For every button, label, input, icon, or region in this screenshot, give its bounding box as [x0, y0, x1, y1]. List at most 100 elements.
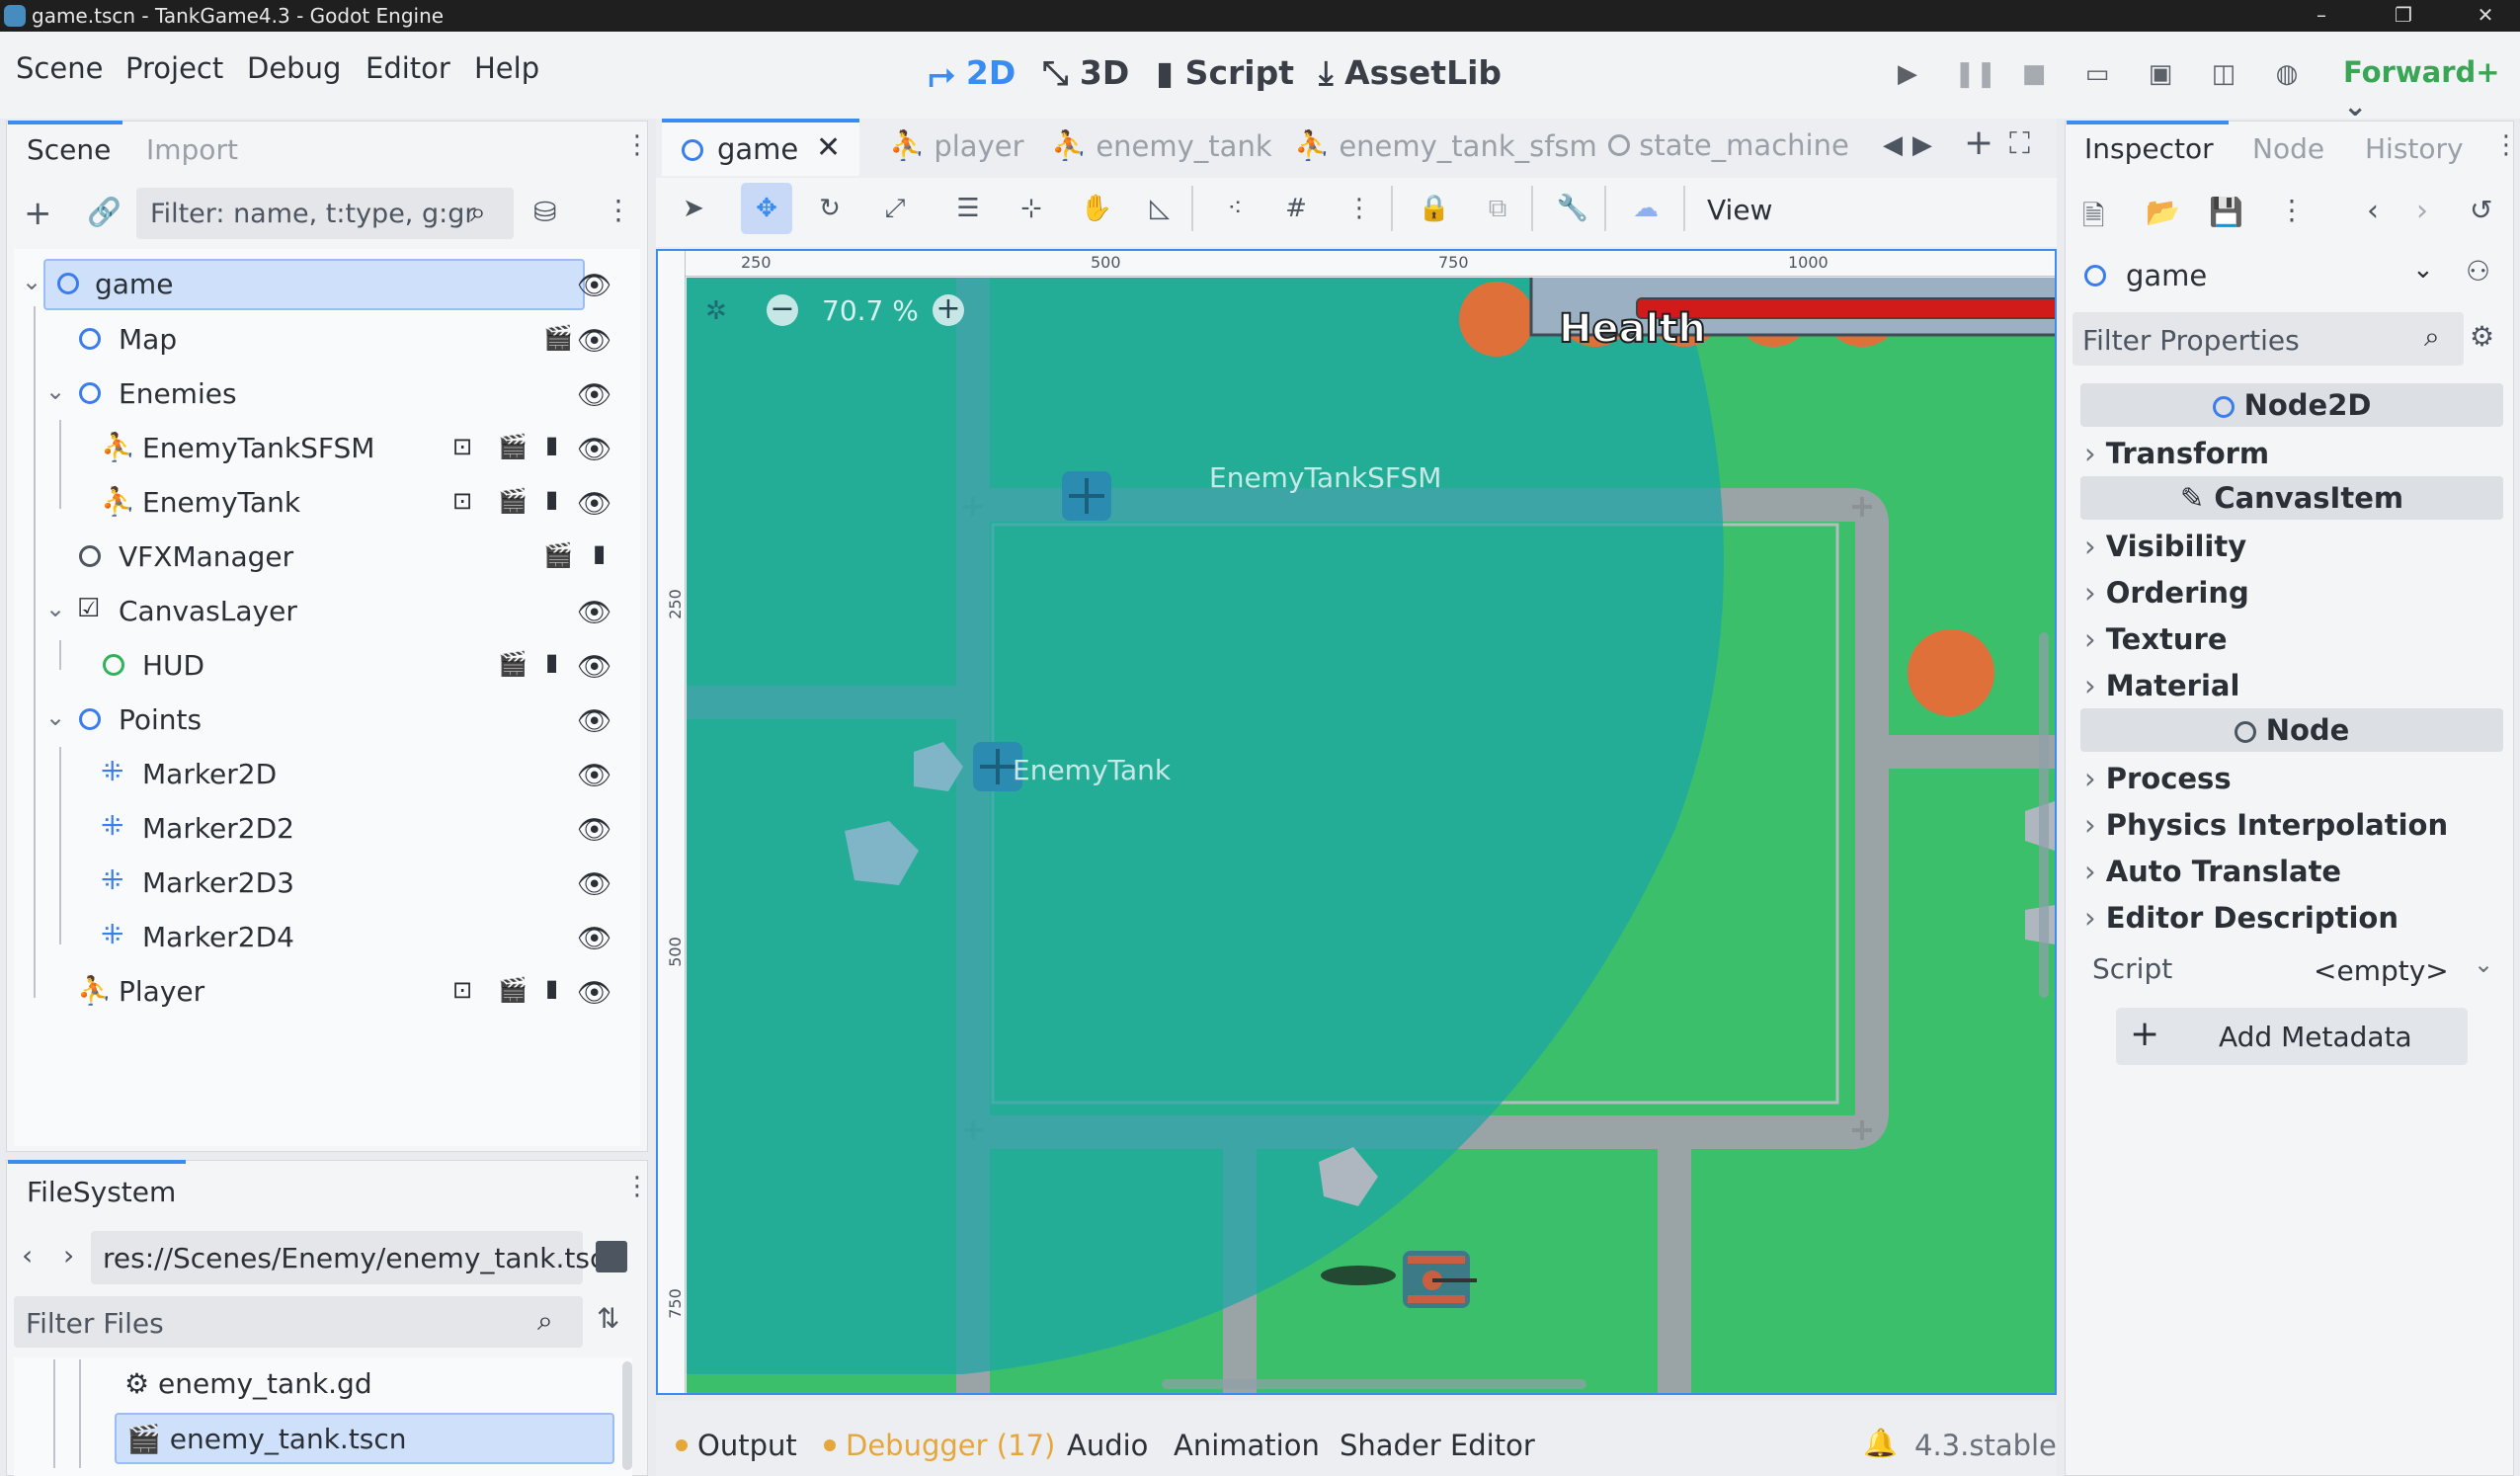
- visibility-eye-icon[interactable]: 👁: [577, 976, 612, 1009]
- group-transform[interactable]: › Transform: [2084, 437, 2269, 470]
- editor-tab-game[interactable]: game ✕: [662, 119, 859, 176]
- scale-tool-icon[interactable]: ⤢: [875, 189, 915, 228]
- history-forward-icon[interactable]: ›: [2416, 194, 2428, 228]
- visibility-eye-icon[interactable]: 👁: [577, 704, 612, 737]
- tab-history[interactable]: History: [2365, 132, 2464, 165]
- pivot-tool-icon[interactable]: ⊹: [1012, 189, 1051, 228]
- open-resource-icon[interactable]: 📂: [2146, 196, 2180, 228]
- group-auto-translate[interactable]: › Auto Translate: [2084, 855, 2341, 888]
- script-icon[interactable]: ▮: [545, 485, 558, 513]
- history-icon[interactable]: ↺: [2470, 194, 2492, 226]
- dock-menu-icon[interactable]: ⋮: [624, 130, 650, 160]
- add-metadata-button[interactable]: + Add Metadata: [2116, 1008, 2468, 1065]
- editor-tab-enemy-tank-sfsm[interactable]: ⛹ enemy_tank_sfsm: [1294, 128, 1597, 163]
- visibility-eye-icon[interactable]: 👁: [577, 867, 612, 900]
- visibility-eye-icon[interactable]: 👁: [577, 269, 612, 301]
- notification-bell-icon[interactable]: 🔔: [1863, 1427, 1898, 1459]
- editor-tab-enemy-tank[interactable]: ⛹ enemy_tank: [1051, 128, 1272, 163]
- snap-options-icon[interactable]: ⋮: [1340, 189, 1379, 228]
- animation-tab[interactable]: Animation: [1174, 1429, 1320, 1462]
- workspace-script-button[interactable]: ▮ Script: [1156, 53, 1294, 92]
- visibility-eye-icon[interactable]: 👁: [577, 433, 612, 465]
- forward-icon[interactable]: ›: [63, 1239, 74, 1271]
- movie-maker-icon[interactable]: ◍: [2270, 57, 2304, 91]
- chevron-down-icon[interactable]: ⌄: [45, 703, 65, 731]
- chevron-down-icon[interactable]: ⌄: [45, 595, 65, 622]
- close-icon[interactable]: ✕: [816, 130, 841, 165]
- list-select-icon[interactable]: ☰: [948, 189, 988, 228]
- shader-editor-tab[interactable]: Shader Editor: [1340, 1429, 1535, 1462]
- move-tool-icon[interactable]: ✥: [741, 183, 792, 234]
- visibility-eye-icon[interactable]: 👁: [577, 650, 612, 683]
- menu-project[interactable]: Project: [125, 51, 223, 85]
- save-resource-icon[interactable]: 💾: [2209, 196, 2243, 228]
- zoom-level[interactable]: 70.7 %: [822, 294, 919, 327]
- visibility-eye-icon[interactable]: 👁: [577, 378, 612, 411]
- tab-scroll-right-icon[interactable]: ▶: [1912, 130, 1932, 160]
- tree-node-enemies[interactable]: ⌄ Enemies 👁: [16, 369, 628, 420]
- link-icon[interactable]: 🔗: [87, 196, 122, 228]
- tab-filesystem[interactable]: FileSystem: [27, 1176, 176, 1208]
- sort-icon[interactable]: ⇅: [597, 1302, 619, 1335]
- clapper-icon[interactable]: 🎬: [543, 324, 573, 352]
- clapper-icon[interactable]: 🎬: [498, 650, 528, 678]
- menu-editor[interactable]: Editor: [366, 51, 450, 85]
- viewport-vscrollbar[interactable]: [2039, 632, 2049, 998]
- output-tab[interactable]: Output: [676, 1429, 797, 1462]
- distraction-free-icon[interactable]: ⛶: [2009, 126, 2030, 161]
- instance-scene-icon[interactable]: ⛁: [533, 196, 556, 228]
- visibility-eye-icon[interactable]: 👁: [577, 813, 612, 846]
- visibility-eye-icon[interactable]: 👁: [577, 759, 612, 791]
- tree-node-player[interactable]: ⛹ Player ⊡ 🎬 ▮ 👁: [16, 966, 628, 1018]
- tree-node-vfxmanager[interactable]: VFXManager 🎬 ▮: [16, 532, 628, 583]
- clapper-icon[interactable]: 🎬: [498, 433, 528, 460]
- audio-tab[interactable]: Audio: [1067, 1429, 1148, 1462]
- tree-node-hud[interactable]: HUD 🎬 ▮ 👁: [16, 640, 628, 692]
- visibility-eye-icon[interactable]: 👁: [577, 487, 612, 520]
- visibility-eye-icon[interactable]: 👁: [577, 596, 612, 628]
- clapper-icon[interactable]: 🎬: [543, 541, 573, 569]
- tree-node-marker2d[interactable]: ⁜ Marker2D 👁: [16, 749, 628, 800]
- menu-scene[interactable]: Scene: [16, 51, 103, 85]
- dock-menu-icon[interactable]: ⋮: [2493, 130, 2519, 160]
- renderer-select[interactable]: Forward+ ⌄: [2343, 55, 2520, 123]
- menu-debug[interactable]: Debug: [247, 51, 341, 85]
- menu-help[interactable]: Help: [474, 51, 539, 85]
- grid-snap-icon[interactable]: #: [1276, 189, 1316, 228]
- stop-icon[interactable]: ■: [2017, 57, 2051, 91]
- play-custom-scene-icon[interactable]: ◫: [2207, 57, 2240, 91]
- tree-node-marker2d2[interactable]: ⁜ Marker2D2 👁: [16, 803, 628, 855]
- game-canvas[interactable]: [687, 278, 2055, 1393]
- group-icon[interactable]: ⧉: [1478, 189, 1517, 228]
- pan-tool-icon[interactable]: ✋: [1077, 189, 1116, 228]
- script-icon[interactable]: ▮: [545, 648, 558, 676]
- group-editor-description[interactable]: › Editor Description: [2084, 901, 2398, 935]
- tree-node-map[interactable]: Map 🎬 👁: [16, 314, 628, 366]
- visibility-eye-icon[interactable]: 👁: [577, 324, 612, 357]
- editor-tab-player[interactable]: ⛹ player: [889, 128, 1024, 163]
- zoom-in-icon[interactable]: +: [933, 294, 964, 326]
- filter-files-input[interactable]: Filter Files ⌕: [14, 1296, 583, 1348]
- editor-tab-state-machine[interactable]: state_machine: [1608, 128, 1849, 162]
- tree-node-marker2d3[interactable]: ⁜ Marker2D3 👁: [16, 858, 628, 909]
- file-item-gd[interactable]: ⚙ enemy_tank.gd: [124, 1367, 372, 1400]
- skeleton-icon[interactable]: 🔧: [1553, 189, 1592, 228]
- particles-icon[interactable]: ☁: [1626, 189, 1666, 228]
- group-process[interactable]: › Process: [2084, 762, 2232, 795]
- rotate-tool-icon[interactable]: ↻: [810, 189, 850, 228]
- ruler-tool-icon[interactable]: ◺: [1140, 189, 1179, 228]
- chevron-down-icon[interactable]: ⌄: [22, 268, 41, 295]
- tree-node-canvaslayer[interactable]: ⌄ ☑ CanvasLayer 👁: [16, 586, 628, 637]
- viewport-center-icon[interactable]: ✲: [705, 296, 727, 326]
- pause-icon[interactable]: ❚❚: [1954, 57, 1997, 91]
- clapper-icon[interactable]: 🎬: [498, 976, 528, 1004]
- back-icon[interactable]: ‹: [22, 1239, 33, 1271]
- group-visibility[interactable]: › Visibility: [2084, 530, 2246, 563]
- script-property-value[interactable]: <empty> ⌄: [2302, 948, 2509, 992]
- tree-node-enemytanksfsm[interactable]: ⛹ EnemyTankSFSM ⊡ 🎬 ▮ 👁: [16, 423, 628, 474]
- visibility-eye-icon[interactable]: 👁: [577, 922, 612, 954]
- zoom-out-icon[interactable]: −: [767, 294, 798, 326]
- script-icon[interactable]: ▮: [593, 539, 606, 567]
- more-icon[interactable]: ⋮: [605, 194, 632, 226]
- script-icon[interactable]: ▮: [545, 974, 558, 1002]
